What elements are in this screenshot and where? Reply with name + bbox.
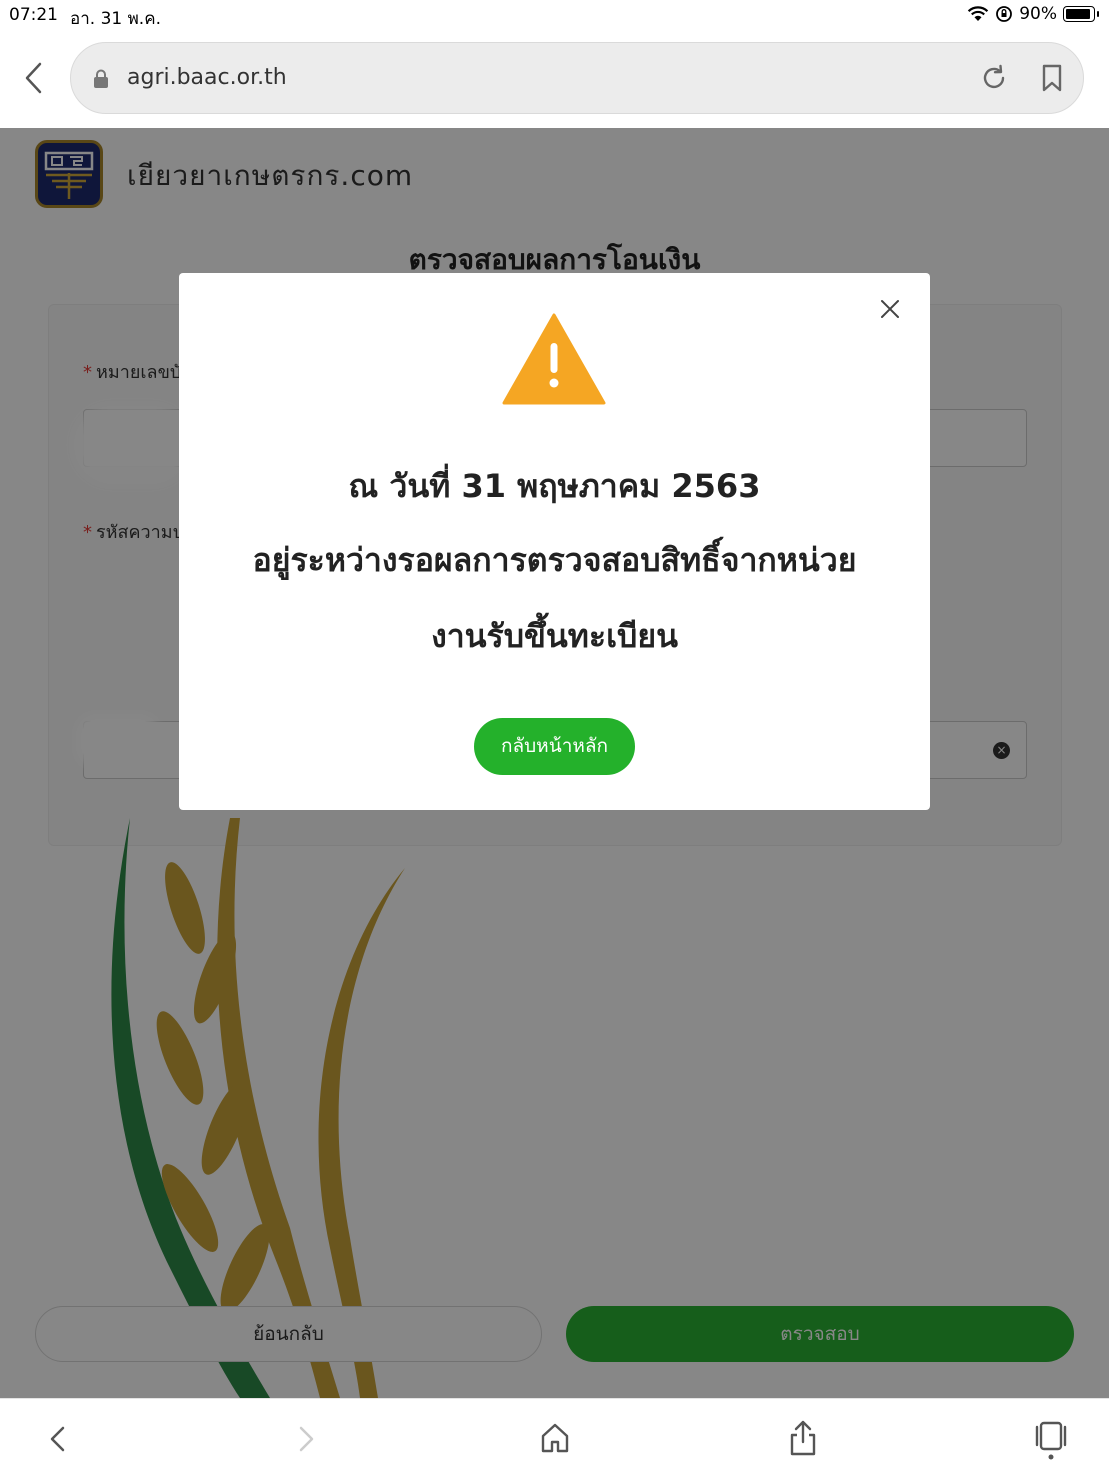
status-time: 07:21 — [9, 5, 58, 25]
reload-icon[interactable] — [979, 63, 1009, 93]
nav-forward-icon[interactable] — [292, 1423, 320, 1455]
alert-date-text: ณ วันที่ 31 พฤษภาคม 2563 — [348, 467, 761, 505]
orientation-lock-icon — [996, 6, 1013, 22]
status-bar: 07:21 อา. 31 พ.ค. 90% — [0, 0, 1109, 30]
warning-icon — [502, 313, 606, 405]
home-icon[interactable] — [539, 1421, 571, 1455]
go-home-button[interactable]: กลับหน้าหลัก — [474, 718, 635, 775]
tabs-icon[interactable] — [1034, 1419, 1068, 1463]
address-bar[interactable]: agri.baac.or.th — [70, 42, 1084, 114]
alert-status-text: อยู่ระหว่างรอผลการตรวจสอบสิทธิ์จากหน่วย — [252, 541, 857, 579]
lock-icon — [94, 69, 108, 88]
browser-bottom-toolbar — [0, 1398, 1109, 1480]
share-icon[interactable] — [787, 1419, 819, 1457]
wifi-icon — [968, 6, 989, 21]
url-text: agri.baac.or.th — [127, 65, 287, 90]
alert-status-text-cont: งานรับขึ้นทะเบียน — [431, 617, 678, 655]
close-icon[interactable] — [878, 297, 902, 321]
status-icons: 90% — [967, 4, 1099, 24]
nav-back-icon[interactable] — [44, 1423, 72, 1455]
battery-percent: 90% — [1019, 4, 1057, 24]
browser-back-icon[interactable] — [18, 58, 52, 98]
bookmark-icon[interactable] — [1039, 63, 1065, 93]
page-content: เยียวยาเกษตรกร.com ตรวจสอบผลการโอนเงิน *… — [0, 128, 1109, 1398]
browser-toolbar: agri.baac.or.th — [0, 30, 1109, 128]
battery-icon — [1063, 6, 1099, 22]
alert-modal: ณ วันที่ 31 พฤษภาคม 2563 อยู่ระหว่างรอผล… — [179, 273, 930, 810]
status-date: อา. 31 พ.ค. — [70, 9, 161, 29]
